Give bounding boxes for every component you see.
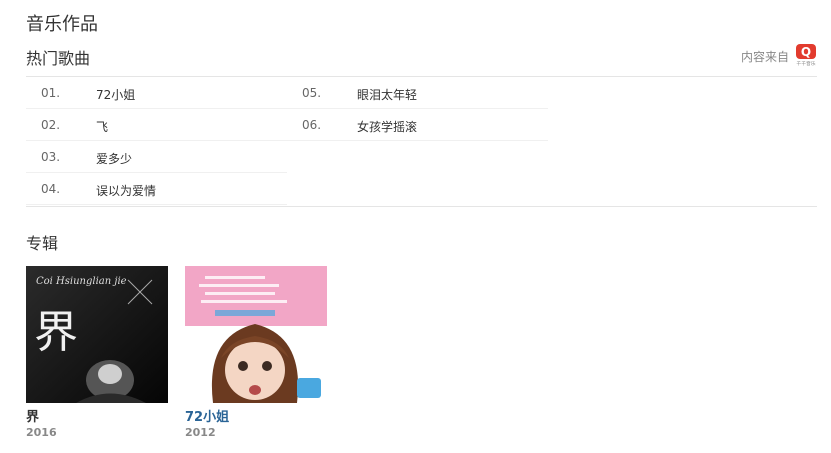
song-number: 03.	[41, 150, 61, 164]
album-name[interactable]: 72小姐	[185, 410, 328, 426]
song-item[interactable]: 04. 误以为爱情	[26, 173, 287, 205]
song-item[interactable]: 02. 飞	[26, 109, 287, 141]
albums-title: 专辑	[26, 234, 59, 253]
song-title[interactable]: 飞	[96, 118, 108, 135]
song-number: 05.	[302, 86, 322, 100]
song-title[interactable]: 女孩学摇滚	[357, 118, 417, 135]
song-number: 01.	[41, 86, 61, 100]
song-title[interactable]: 爱多少	[96, 150, 132, 167]
hot-songs-list: 01. 72小姐 02. 飞 03. 爱多少 04. 误以为爱情 05. 眼泪太…	[26, 77, 548, 205]
source-label: 内容来自	[740, 49, 789, 64]
album-card[interactable]: Coi Hsiunglian jie 界 界 2016	[26, 266, 169, 440]
song-item[interactable]: 01. 72小姐	[26, 77, 287, 109]
content-source[interactable]: 内容来自 Q 千千音乐	[741, 44, 817, 68]
album-card[interactable]: 72小姐 2012	[185, 266, 328, 440]
qianqian-logo-text: 千千音乐	[796, 60, 816, 67]
song-item[interactable]: 03. 爱多少	[26, 141, 287, 173]
song-number: 04.	[41, 182, 61, 196]
song-title[interactable]: 72小姐	[96, 86, 135, 103]
album-name[interactable]: 界	[26, 410, 169, 426]
qianqian-logo-icon[interactable]: Q 千千音乐	[795, 44, 817, 68]
song-item[interactable]: 05. 眼泪太年轻	[287, 77, 548, 109]
song-title[interactable]: 眼泪太年轻	[357, 86, 417, 103]
song-title[interactable]: 误以为爱情	[96, 182, 156, 199]
song-item[interactable]: 06. 女孩学摇滚	[287, 109, 548, 141]
album-cover-art	[185, 266, 327, 403]
qianqian-q-icon: Q	[796, 44, 816, 59]
divider	[26, 206, 817, 207]
cover-title: 界	[34, 307, 78, 358]
hot-songs-title: 热门歌曲	[26, 49, 91, 68]
album-cover[interactable]: Coi Hsiunglian jie 界	[26, 266, 168, 403]
song-number: 06.	[302, 118, 322, 132]
song-number: 02.	[41, 118, 61, 132]
section-title: 音乐作品	[26, 14, 98, 35]
album-cover[interactable]	[185, 266, 327, 403]
album-year: 2012	[185, 426, 216, 439]
album-year: 2016	[26, 426, 57, 439]
cover-subtitle: Coi Hsiunglian jie	[36, 276, 127, 287]
